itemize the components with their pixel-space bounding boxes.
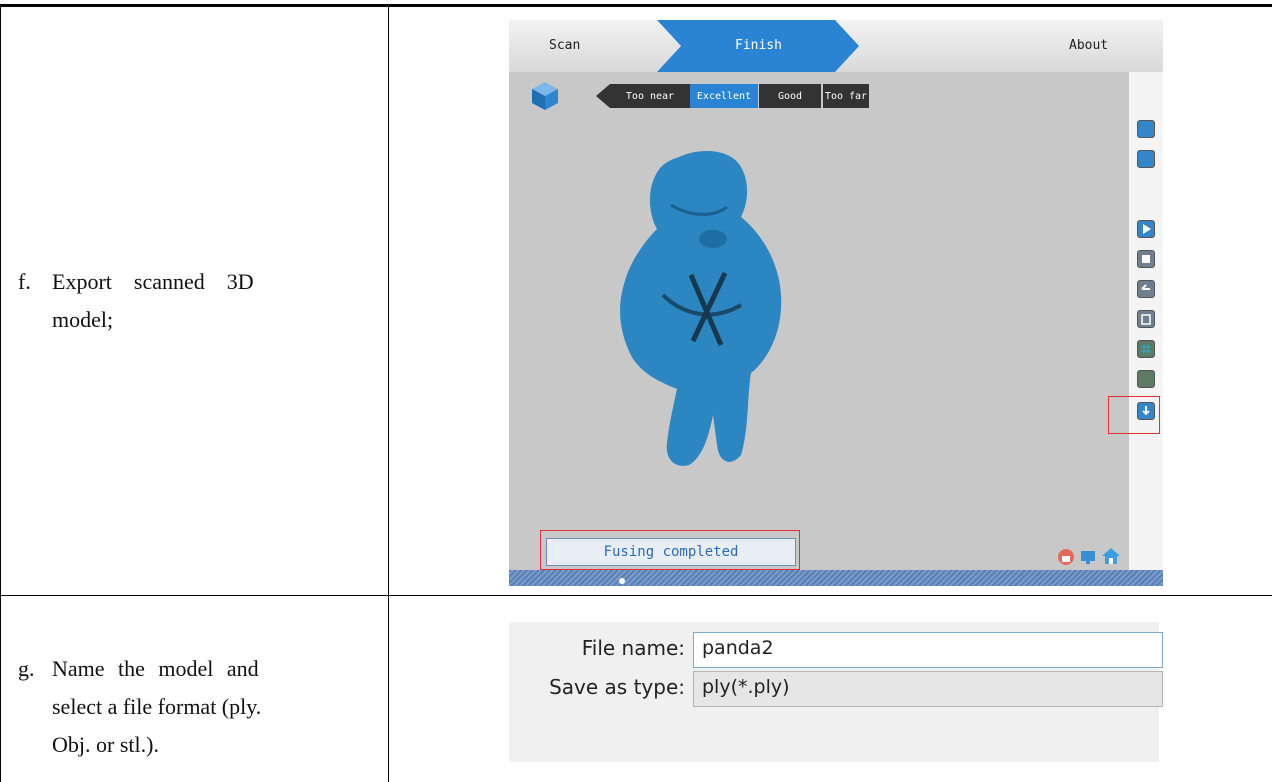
step-text-line-1: Export scanned 3D xyxy=(52,269,254,294)
step-number: f. xyxy=(18,269,31,294)
quality-too-near: Too near xyxy=(610,84,690,108)
table-top-border xyxy=(0,4,1272,7)
top-navigation-bar: Scan Finish About xyxy=(509,20,1163,72)
quality-arrow xyxy=(596,84,610,108)
play-icon[interactable] xyxy=(1137,220,1155,238)
step-f: f. Export scanned 3D model; xyxy=(18,263,378,343)
scanner-app-window: Scan Finish About Too near Excellent Goo… xyxy=(509,20,1163,586)
table-row-divider xyxy=(0,595,1272,596)
quality-too-far: Too far xyxy=(823,84,869,108)
save-as-type-label: Save as type: xyxy=(549,675,685,699)
save-dialog: File name: panda2 Save as type: ply(*.pl… xyxy=(509,622,1163,762)
open-folder-icon[interactable] xyxy=(1137,150,1155,168)
file-name-label: File name: xyxy=(581,636,685,660)
tab-about[interactable]: About xyxy=(1069,38,1108,53)
home-icon[interactable] xyxy=(1101,546,1121,566)
trash-icon[interactable] xyxy=(1137,310,1155,328)
tab-scan[interactable]: Scan xyxy=(549,38,580,53)
step-text-line-2: select a file format (ply. xyxy=(52,694,262,719)
step-text-line-3: Obj. or stl.). xyxy=(52,732,159,757)
lock-icon[interactable] xyxy=(1057,548,1075,566)
grid-icon[interactable] xyxy=(1137,340,1155,358)
undo-icon[interactable] xyxy=(1137,280,1155,298)
tab-finish[interactable]: Finish xyxy=(735,38,782,53)
status-highlight xyxy=(540,530,800,570)
progress-marker xyxy=(619,578,625,584)
monitor-icon[interactable] xyxy=(1079,548,1097,566)
save-as-type-select[interactable]: ply(*.ply) xyxy=(693,671,1163,707)
step-g: g. Name the model and select a file form… xyxy=(18,650,378,770)
step-text-line-2: model; xyxy=(52,307,114,332)
export-highlight xyxy=(1108,396,1160,434)
progress-bar xyxy=(509,570,1163,586)
texture-icon[interactable] xyxy=(1137,370,1155,388)
finish-tab-arrow xyxy=(657,20,859,72)
step-number: g. xyxy=(18,656,35,681)
step-text-line-1: Name the model and xyxy=(52,656,259,681)
blue-cube-icon xyxy=(532,82,558,110)
scanned-3d-model xyxy=(620,151,782,466)
stop-icon[interactable] xyxy=(1137,250,1155,268)
table-left-border xyxy=(0,6,1,782)
quality-good: Good xyxy=(759,84,821,108)
table-column-divider xyxy=(388,6,389,782)
folder-icon[interactable] xyxy=(1137,120,1155,138)
quality-excellent: Excellent xyxy=(690,84,758,108)
file-name-input[interactable]: panda2 xyxy=(693,632,1163,668)
right-toolbar xyxy=(1129,72,1163,580)
